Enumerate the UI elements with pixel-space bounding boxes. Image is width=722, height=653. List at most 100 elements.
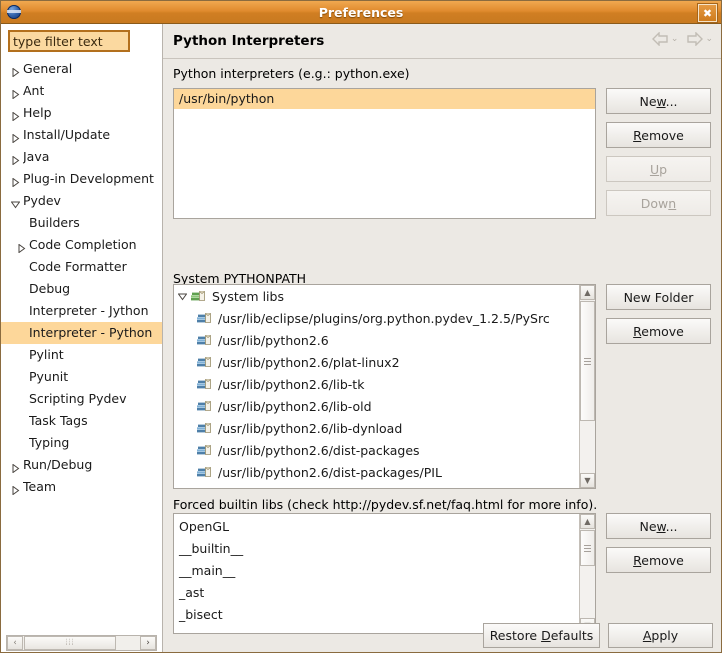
pythonpath-entry[interactable]: /usr/lib/python2.6/lib-old bbox=[174, 396, 595, 418]
forced-builtins-list[interactable]: OpenGL__builtin____main___ast_bisect ▲ ▼ bbox=[173, 513, 596, 634]
sidebar-item-run-debug[interactable]: Run/Debug bbox=[1, 454, 162, 476]
pythonpath-entry-label: /usr/lib/python2.6 bbox=[218, 333, 329, 348]
sidebar-item-plug-in-development[interactable]: Plug-in Development bbox=[1, 168, 162, 190]
scroll-up-icon[interactable]: ▲ bbox=[580, 285, 595, 300]
pythonpath-tree-box[interactable]: System libs/usr/lib/eclipse/plugins/org.… bbox=[173, 284, 596, 489]
preferences-window: Preferences ✖ General Ant Help Install/Upda… bbox=[0, 0, 722, 653]
new-button[interactable]: New... bbox=[606, 513, 711, 539]
search-input[interactable] bbox=[8, 30, 130, 52]
chevron-right-icon[interactable] bbox=[13, 238, 29, 253]
sidebar-item-code-formatter[interactable]: Code Formatter bbox=[1, 256, 162, 278]
pythonpath-entry[interactable]: /usr/lib/eclipse/plugins/org.python.pyde… bbox=[174, 308, 595, 330]
remove-button[interactable]: Remove bbox=[606, 318, 711, 344]
chevron-right-icon[interactable] bbox=[7, 128, 23, 143]
button-label: Restore Defaults bbox=[489, 628, 594, 643]
sidebar-item-general[interactable]: General bbox=[1, 58, 162, 80]
chevron-down-icon[interactable] bbox=[7, 194, 23, 209]
pythonpath-scrollbar[interactable]: ▲ ▼ bbox=[579, 285, 595, 488]
sidebar-item-pyunit[interactable]: Pyunit bbox=[1, 366, 162, 388]
pythonpath-entry[interactable]: /usr/lib/python2.6/dist-packages bbox=[174, 440, 595, 462]
pythonpath-entry[interactable]: /usr/lib/python2.6 bbox=[174, 330, 595, 352]
pythonpath-entry[interactable]: /usr/lib/python2.6/plat-linux2 bbox=[174, 352, 595, 374]
interpreter-buttons: New... Remove Up Down bbox=[606, 88, 711, 224]
preferences-page: Python Interpreters ⌄ ⌄ Python interpret… bbox=[163, 24, 721, 652]
filter-container bbox=[1, 24, 162, 56]
close-icon[interactable]: ✖ bbox=[698, 4, 717, 22]
sidebar-item-pylint[interactable]: Pylint bbox=[1, 344, 162, 366]
scroll-up-icon[interactable]: ▲ bbox=[580, 514, 595, 529]
down-button: Down bbox=[606, 190, 711, 216]
sidebar-item-help[interactable]: Help bbox=[1, 102, 162, 124]
button-label: New Folder bbox=[623, 289, 694, 305]
button-label: Remove bbox=[633, 552, 684, 568]
sidebar-item-task-tags[interactable]: Task Tags bbox=[1, 410, 162, 432]
list-item[interactable]: _ast bbox=[174, 582, 595, 604]
chevron-right-icon[interactable] bbox=[7, 480, 23, 495]
sidebar-horizontal-scrollbar[interactable]: ‹ ⦙⦙⦙ › bbox=[6, 635, 157, 651]
window-titlebar: Preferences ✖ bbox=[1, 1, 721, 24]
list-item[interactable]: __builtin__ bbox=[174, 538, 595, 560]
preferences-sidebar: General Ant Help Install/Update Java Plug-in … bbox=[1, 24, 163, 652]
sidebar-item-interpreter-python[interactable]: Interpreter - Python bbox=[1, 322, 162, 344]
scrollbar-thumb[interactable]: ⦙⦙⦙ bbox=[24, 636, 116, 650]
pythonpath-entry[interactable]: /usr/lib/python2.6/dist-packages/PIL bbox=[174, 462, 595, 484]
remove-button[interactable]: Remove bbox=[606, 122, 711, 148]
sidebar-item-label: Pydev bbox=[23, 193, 61, 208]
scroll-left-icon[interactable]: ‹ bbox=[7, 636, 23, 650]
remove-button[interactable]: Remove bbox=[606, 547, 711, 573]
pythonpath-entry-label: /usr/lib/python2.6/lib-dynload bbox=[218, 421, 403, 436]
forward-button[interactable]: ⌄ bbox=[686, 32, 713, 46]
button-label: New... bbox=[639, 93, 678, 109]
list-item[interactable]: OpenGL bbox=[174, 516, 595, 538]
scroll-down-icon[interactable]: ▼ bbox=[580, 473, 595, 488]
chevron-right-icon[interactable] bbox=[7, 106, 23, 121]
scrollbar-grip bbox=[584, 356, 591, 367]
scroll-right-icon[interactable]: › bbox=[140, 636, 156, 650]
sidebar-item-pydev[interactable]: Pydev bbox=[1, 190, 162, 212]
preferences-tree[interactable]: General Ant Help Install/Update Java Plug-in … bbox=[1, 56, 162, 618]
scrollbar-grip bbox=[584, 543, 591, 554]
sidebar-item-label: Plug-in Development bbox=[23, 171, 154, 186]
chevron-right-icon[interactable] bbox=[7, 84, 23, 99]
sidebar-item-ant[interactable]: Ant bbox=[1, 80, 162, 102]
sidebar-item-label: Code Completion bbox=[29, 237, 137, 252]
chevron-right-icon[interactable] bbox=[7, 172, 23, 187]
up-button: Up bbox=[606, 156, 711, 182]
chevron-right-icon[interactable] bbox=[7, 62, 23, 77]
restore-defaults-button[interactable]: Restore Defaults bbox=[483, 623, 600, 648]
back-button[interactable]: ⌄ bbox=[651, 32, 679, 46]
chevron-down-icon[interactable] bbox=[174, 286, 190, 308]
pythonpath-entry[interactable]: /usr/lib/python2.6/lib-tk bbox=[174, 374, 595, 396]
pythonpath-entry[interactable]: /usr/lib/python2.6/lib-dynload bbox=[174, 418, 595, 440]
sidebar-item-code-completion[interactable]: Code Completion bbox=[1, 234, 162, 256]
button-label: Remove bbox=[633, 127, 684, 143]
sidebar-item-label: Java bbox=[23, 149, 50, 164]
scrollbar-thumb[interactable] bbox=[580, 301, 595, 421]
new-button[interactable]: New... bbox=[606, 88, 711, 114]
chevron-right-icon[interactable] bbox=[7, 458, 23, 473]
scrollbar-thumb[interactable] bbox=[580, 530, 595, 566]
interpreters-list[interactable]: /usr/bin/python bbox=[173, 88, 596, 219]
back-arrow-icon bbox=[651, 32, 668, 46]
sidebar-item-debug[interactable]: Debug bbox=[1, 278, 162, 300]
chevron-right-icon[interactable] bbox=[7, 150, 23, 165]
sidebar-item-scripting-pydev[interactable]: Scripting Pydev bbox=[1, 388, 162, 410]
forward-arrow-icon bbox=[687, 32, 704, 46]
chevron-down-icon[interactable]: ⌄ bbox=[705, 34, 713, 44]
sidebar-item-typing[interactable]: Typing bbox=[1, 432, 162, 454]
interpreters-label: Python interpreters (e.g.: python.exe) bbox=[173, 66, 410, 81]
forced-builtins-scrollbar[interactable]: ▲ ▼ bbox=[579, 514, 595, 633]
sidebar-item-interpreter-jython[interactable]: Interpreter - Jython bbox=[1, 300, 162, 322]
list-item[interactable]: __main__ bbox=[174, 560, 595, 582]
sidebar-item-team[interactable]: Team bbox=[1, 476, 162, 498]
pythonpath-root-label: System libs bbox=[212, 289, 284, 304]
apply-button[interactable]: Apply bbox=[608, 623, 713, 648]
new-folder-button[interactable]: New Folder bbox=[606, 284, 711, 310]
sidebar-item-label: Pylint bbox=[29, 347, 64, 362]
sidebar-item-install-update[interactable]: Install/Update bbox=[1, 124, 162, 146]
sidebar-item-java[interactable]: Java bbox=[1, 146, 162, 168]
pythonpath-root-node[interactable]: System libs bbox=[174, 286, 595, 308]
sidebar-item-builders[interactable]: Builders bbox=[1, 212, 162, 234]
list-item[interactable]: /usr/bin/python bbox=[174, 89, 595, 109]
chevron-down-icon[interactable]: ⌄ bbox=[671, 34, 679, 44]
